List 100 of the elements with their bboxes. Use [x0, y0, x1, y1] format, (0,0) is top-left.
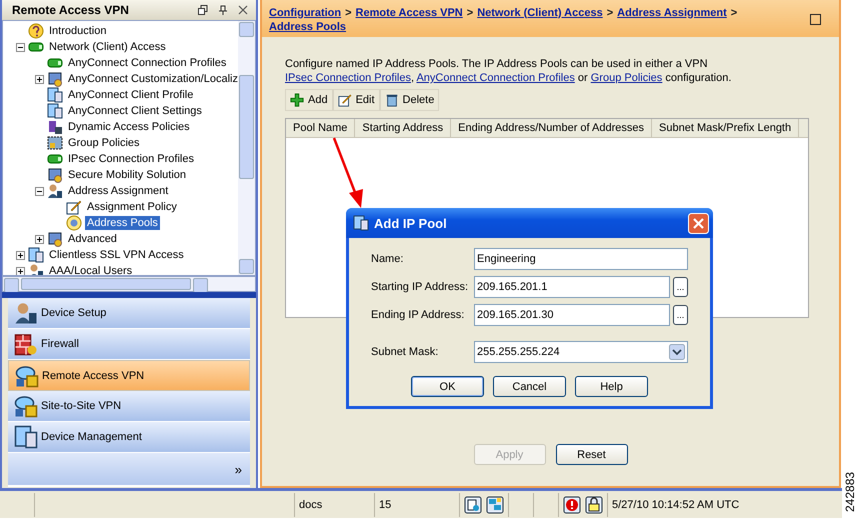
nav-button[interactable]: Firewall [8, 329, 250, 360]
cloud-lock-icon [14, 394, 38, 418]
tree-item[interactable]: Group Policies [66, 136, 142, 150]
browse-button[interactable]: ... [673, 305, 688, 325]
input-field[interactable]: 209.165.201.30 [474, 304, 670, 326]
tree-item[interactable]: AnyConnect Client Profile [66, 88, 196, 102]
link[interactable]: Group Policies [590, 72, 662, 84]
monitor-icon[interactable] [464, 496, 482, 514]
panel-title: Remote Access VPN [12, 3, 129, 17]
document-icon [28, 247, 44, 263]
tree-item[interactable]: Address Pools [85, 216, 160, 230]
pin-icon[interactable] [218, 5, 228, 15]
group-icon [47, 135, 63, 151]
description-text: Configure named IP Address Pools. The IP Address Pools can be used in either a VPN IPsec Connection Profiles, AnyConnect Connection Profiles or Group Policies configuration. [285, 57, 732, 85]
breadcrumb-link[interactable]: Configuration [269, 6, 342, 20]
status-privilege: 15 [375, 492, 460, 516]
padlock-icon[interactable] [585, 496, 603, 514]
close-icon[interactable] [238, 5, 248, 15]
network-icon[interactable] [486, 496, 504, 514]
help-icon [28, 23, 44, 39]
splitter-handle[interactable] [2, 292, 256, 298]
input-field[interactable]: Engineering [474, 248, 688, 270]
gear-panel-icon [47, 71, 63, 87]
pencil-icon [338, 93, 352, 107]
expand-icon[interactable] [16, 250, 25, 260]
address-pool-icon [66, 215, 82, 231]
tree-item[interactable]: AnyConnect Client Settings [66, 104, 204, 118]
field-label: Ending IP Address: [371, 309, 466, 321]
subnet-mask-dropdown[interactable]: 255.255.255.224 [474, 341, 688, 363]
arrow [332, 137, 366, 209]
tree-item[interactable]: AnyConnect Customization/Localiz [66, 72, 238, 86]
dialog-title: Add IP Pool [374, 216, 448, 230]
collapse-icon[interactable] [16, 42, 25, 52]
policy-icon [47, 119, 63, 135]
link[interactable]: AnyConnect Connection Profiles [416, 72, 575, 84]
caret-icon[interactable] [669, 344, 685, 360]
nav-button[interactable]: Remote Access VPN [8, 360, 250, 391]
breadcrumb-separator: > [345, 6, 352, 20]
tree-item[interactable]: IPsec Connection Profiles [66, 152, 196, 166]
breadcrumb-link[interactable]: Address Assignment [617, 6, 727, 20]
breadcrumb-separator: > [466, 6, 474, 20]
brick-wall-icon [14, 332, 38, 356]
person-icon [47, 183, 63, 199]
maximize-icon[interactable] [810, 14, 821, 25]
browse-button[interactable]: ... [673, 277, 688, 297]
tree-item[interactable]: Dynamic Access Policies [66, 120, 192, 134]
page-button[interactable]: Reset [556, 444, 628, 465]
link[interactable]: IPsec Connection Profiles [285, 72, 411, 84]
gear-panel-icon [47, 167, 63, 183]
breadcrumb-separator: > [730, 6, 738, 20]
vertical-scrollbar[interactable] [238, 21, 255, 275]
breadcrumb-link[interactable]: Address Pools [269, 20, 346, 34]
status-time: 5/27/10 10:14:52 AM UTC [611, 498, 740, 512]
figure-number: 242883 [843, 470, 857, 512]
gear-panel-icon [47, 231, 63, 247]
expand-icon[interactable] [16, 266, 25, 275]
horizontal-scrollbar[interactable] [2, 276, 256, 292]
expand-icon[interactable] [35, 234, 44, 244]
document-icon [14, 425, 38, 449]
column-header[interactable]: Subnet Mask/Prefix Length [652, 119, 800, 137]
tree-item[interactable]: Network (Client) Access [47, 40, 168, 54]
cloud-lock-icon [15, 364, 39, 388]
column-header[interactable]: Ending Address/Number of Addresses [451, 119, 652, 137]
nav-button[interactable]: Site-to-Site VPN [8, 391, 250, 422]
toolbar-button[interactable]: Delete [380, 89, 440, 111]
tree-item[interactable]: AnyConnect Connection Profiles [66, 56, 228, 70]
alert-icon[interactable] [563, 496, 581, 514]
column-header[interactable]: Starting Address [355, 119, 452, 137]
tree-item[interactable]: Address Assignment [66, 184, 170, 198]
breadcrumb-link[interactable]: Remote Access VPN [356, 6, 463, 20]
column-header[interactable]: Pool Name [286, 119, 356, 137]
tree-item[interactable]: Assignment Policy [85, 200, 179, 214]
plus-icon [290, 93, 304, 107]
field-label: Subnet Mask: [371, 346, 440, 358]
dialog-button[interactable]: OK [411, 376, 484, 397]
expand-icon[interactable] [35, 74, 44, 84]
tree-item[interactable]: Clientless SSL VPN Access [47, 248, 186, 262]
trash-can-icon [384, 93, 399, 107]
status-user: docs [295, 492, 375, 516]
document-icon [47, 103, 63, 119]
toolbar-button[interactable]: Edit [332, 89, 380, 111]
nav-button[interactable]: Device Setup [8, 298, 250, 329]
tree-item[interactable]: Introduction [47, 24, 108, 38]
collapse-icon[interactable] [35, 186, 44, 196]
breadcrumb-link[interactable]: Network (Client) Access [477, 6, 603, 20]
more-buttons-icon[interactable]: » [234, 462, 242, 476]
breadcrumb-separator: > [606, 6, 614, 20]
tree-item[interactable]: AAA/Local Users [47, 264, 134, 275]
field-label: Name: [371, 253, 404, 265]
tree-item[interactable]: Advanced [66, 232, 119, 246]
nav-button[interactable]: Device Management [8, 422, 250, 453]
toolbar-button[interactable]: Add [285, 89, 333, 111]
tree-item[interactable]: Secure Mobility Solution [66, 168, 188, 182]
restore-icon[interactable] [198, 5, 208, 15]
dialog-button[interactable]: Cancel [493, 376, 566, 397]
input-field[interactable]: 209.165.201.1 [474, 276, 670, 298]
dialog-button[interactable]: Help [575, 376, 648, 397]
pencil-icon [66, 199, 82, 215]
person-icon [28, 263, 44, 275]
document-icon [47, 87, 63, 103]
